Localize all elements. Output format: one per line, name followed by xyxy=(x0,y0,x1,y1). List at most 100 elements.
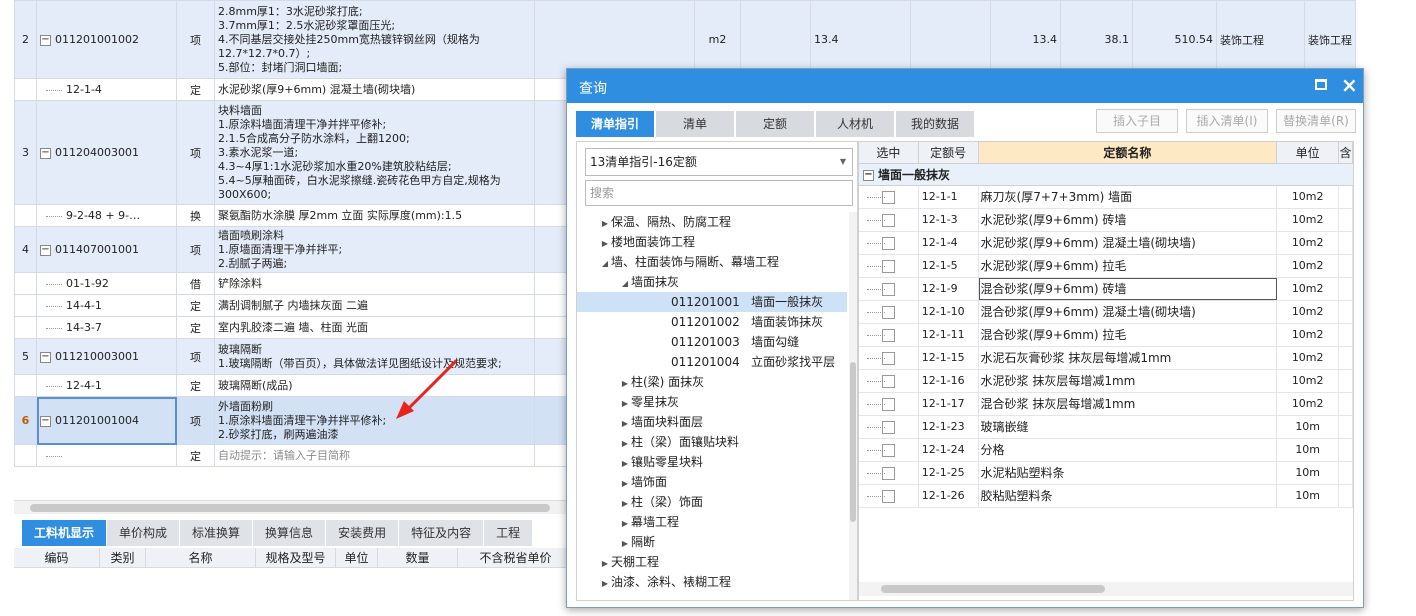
insert-subitem-button[interactable]: 插入子目 xyxy=(1096,109,1178,133)
bottom-tab[interactable]: 特征及内容 xyxy=(399,520,485,546)
item-unit[interactable]: m2 xyxy=(694,0,741,79)
resource-column-header[interactable]: 编码 xyxy=(14,548,100,567)
tree-node[interactable]: ▶ 镶贴零星块料 xyxy=(577,452,847,472)
search-input[interactable]: 搜索 xyxy=(585,180,853,206)
col-unit[interactable]: 单位 xyxy=(1277,142,1340,163)
row-number[interactable] xyxy=(14,78,37,101)
unit-price[interactable]: 38.1 xyxy=(1060,0,1133,79)
item-description[interactable]: 玻璃隔断 1.玻璃隔断（带百页），具体做法详见图纸设计及规范要求; xyxy=(214,338,535,375)
item-description[interactable]: 玻璃隔断(成品) xyxy=(214,374,535,397)
quota-row[interactable]: 12-1-5 水泥砂浆(厚9+6mm) 拉毛 10m2 xyxy=(859,255,1353,278)
collapse-icon[interactable]: − xyxy=(863,170,874,181)
tab-bill-guide[interactable]: 清单指引 xyxy=(576,111,654,137)
item-description[interactable]: 外墙面粉刷 1.原涂料墙面清理干净并拌平修补; 2.砂浆打底，刷两遍油漆 xyxy=(214,396,535,445)
collapsed-arrow-icon[interactable]: ▶ xyxy=(619,514,631,534)
tree-vertical-scrollbar[interactable] xyxy=(849,212,857,600)
item-description[interactable]: 2.8mm厚1：3水泥砂浆打底; 3.7mm厚1：2.5水泥砂浆罩面压光; 4.不同… xyxy=(214,0,535,79)
quota-row[interactable]: 12-1-10 混合砂浆(厚9+6mm) 混凝土墙(砌块墙) 10m2 xyxy=(859,301,1353,324)
item-description[interactable]: 自动提示：请输入子目简称 xyxy=(214,444,535,467)
row-number[interactable] xyxy=(14,272,37,295)
expanded-arrow-icon[interactable]: ◢ xyxy=(619,274,631,294)
row-number[interactable] xyxy=(14,316,37,339)
item-code[interactable]: −011407001001 xyxy=(36,226,177,273)
tree-node[interactable]: 011201004 立面砂浆找平层 xyxy=(577,352,847,372)
item-code[interactable]: −011201001002 xyxy=(36,0,177,79)
collapse-icon[interactable]: − xyxy=(40,147,51,159)
collapsed-arrow-icon[interactable]: ▶ xyxy=(619,454,631,474)
row-number[interactable] xyxy=(14,204,37,227)
item-code[interactable]: −011210003001 xyxy=(36,338,177,375)
item-code[interactable] xyxy=(36,444,177,467)
tree-node[interactable]: ▶ 油漆、涂料、裱糊工程 xyxy=(577,572,847,592)
tree-node[interactable]: ▶ 柱（梁）面镶贴块料 xyxy=(577,432,847,452)
quantity-expression[interactable]: 13.4 xyxy=(810,0,911,79)
quota-row[interactable]: 12-1-26 胶粘贴塑料条 10m xyxy=(859,485,1353,508)
bottom-tab[interactable]: 安装费用 xyxy=(326,520,400,546)
tree-node[interactable]: ▶ 楼地面装饰工程 xyxy=(577,232,847,252)
resource-column-header[interactable]: 规格及型号 xyxy=(256,548,336,567)
col-select[interactable]: 选中 xyxy=(859,142,919,163)
quota-row[interactable]: 12-1-4 水泥砂浆(厚9+6mm) 混凝土墙(砌块墙) 10m2 xyxy=(859,232,1353,255)
item-feature[interactable] xyxy=(534,0,695,79)
tree-node[interactable]: ◢ 墙、柱面装饰与隔断、幕墙工程 xyxy=(577,252,847,272)
grid-horizontal-scrollbar[interactable] xyxy=(14,500,566,514)
tree-node[interactable]: ▶ 零星抹灰 xyxy=(577,392,847,412)
expanded-arrow-icon[interactable]: ◢ xyxy=(599,254,611,274)
row-number[interactable]: 3 xyxy=(14,100,37,205)
item-code[interactable]: 12-1-4 xyxy=(36,78,177,101)
quantity[interactable]: 13.4 xyxy=(990,0,1061,79)
replace-bill-button[interactable]: 替换清单(R) xyxy=(1276,109,1356,133)
chevron-down-icon[interactable]: ▼ xyxy=(840,149,846,175)
quota-group-row[interactable]: − 墙面一般抹灰 xyxy=(859,164,1353,186)
tree-node[interactable]: 011201001 墙面一般抹灰 xyxy=(577,292,847,312)
table-row[interactable]: 2−011201001002 项 2.8mm厚1：3水泥砂浆打底; 3.7mm厚1：2… xyxy=(14,0,1356,79)
quota-row[interactable]: 12-1-9 混合砂浆(厚9+6mm) 砖墙 10m2 xyxy=(859,278,1353,301)
quota-row[interactable]: 12-1-15 水泥石灰膏砂浆 抹灰层每增减1mm 10m2 xyxy=(859,347,1353,370)
quota-row[interactable]: 12-1-11 混合砂浆(厚9+6mm) 拉毛 10m2 xyxy=(859,324,1353,347)
tree-node[interactable]: 011201002 墙面装饰抹灰 xyxy=(577,312,847,332)
resource-column-header[interactable]: 数量 xyxy=(378,548,458,567)
tree-node[interactable]: ▶ 柱（梁）饰面 xyxy=(577,492,847,512)
item-code[interactable]: 01-1-92 xyxy=(36,272,177,295)
col-contains[interactable]: 含 xyxy=(1339,142,1353,163)
tree-node[interactable]: ▶ 墙面块料面层 xyxy=(577,412,847,432)
item-description[interactable]: 块料墙面 1.原涂料墙面清理干净并拌平修补; 2.1.5合成高分子防水涂料，上翻12… xyxy=(214,100,535,205)
quota-row[interactable]: 12-1-23 玻璃嵌缝 10m xyxy=(859,416,1353,439)
row-number[interactable] xyxy=(14,444,37,467)
bottom-tab[interactable]: 换算信息 xyxy=(253,520,327,546)
resource-column-header[interactable]: 单位 xyxy=(336,548,378,567)
collapse-icon[interactable]: − xyxy=(40,34,51,46)
collapsed-arrow-icon[interactable]: ▶ xyxy=(619,494,631,514)
row-number[interactable]: 6 xyxy=(14,396,37,445)
collapse-icon[interactable]: − xyxy=(40,415,51,427)
item-code[interactable]: 9-2-48 + 9-… xyxy=(36,204,177,227)
tree-node[interactable]: ▶ 柱(梁) 面抹灰 xyxy=(577,372,847,392)
quota-row[interactable]: 12-1-1 麻刀灰(厚7+7+3mm) 墙面 10m2 xyxy=(859,186,1353,209)
major-category[interactable]: 装饰工程 xyxy=(1216,0,1305,79)
collapsed-arrow-icon[interactable]: ▶ xyxy=(599,574,611,594)
collapsed-arrow-icon[interactable]: ▶ xyxy=(599,214,611,234)
quota-row[interactable]: 12-1-3 水泥砂浆(厚9+6mm) 砖墙 10m2 xyxy=(859,209,1353,232)
row-number[interactable]: 4 xyxy=(14,226,37,273)
row-number[interactable]: 5 xyxy=(14,338,37,375)
item-code[interactable]: 14-4-1 xyxy=(36,294,177,317)
resource-column-header[interactable]: 名称 xyxy=(146,548,256,567)
item-code[interactable]: 12-4-1 xyxy=(36,374,177,397)
tab-my-data[interactable]: 我的数据 xyxy=(896,111,974,137)
library-select[interactable]: 13清单指引-16定额 ▼ xyxy=(585,148,853,176)
row-number[interactable]: 2 xyxy=(14,0,37,79)
item-description[interactable]: 室内乳胶漆二遍 墙、柱面 光面 xyxy=(214,316,535,339)
row-number[interactable] xyxy=(14,374,37,397)
quota-row[interactable]: 12-1-17 混合砂浆 抹灰层每增减1mm 10m2 xyxy=(859,393,1353,416)
item-description[interactable]: 铲除涂料 xyxy=(214,272,535,295)
col-quota-code[interactable]: 定额号 xyxy=(919,142,979,163)
tree-node[interactable]: ▶ 隔断 xyxy=(577,532,847,552)
quota-horizontal-scrollbar[interactable] xyxy=(859,582,1353,596)
row-number[interactable] xyxy=(14,294,37,317)
fee-category[interactable]: 装饰工程 xyxy=(1304,0,1356,79)
collapsed-arrow-icon[interactable]: ▶ xyxy=(619,394,631,414)
collapsed-arrow-icon[interactable]: ▶ xyxy=(619,414,631,434)
close-icon[interactable]: × xyxy=(1341,73,1358,97)
collapsed-arrow-icon[interactable]: ▶ xyxy=(619,474,631,494)
tree-node[interactable]: 011201003 墙面勾缝 xyxy=(577,332,847,352)
